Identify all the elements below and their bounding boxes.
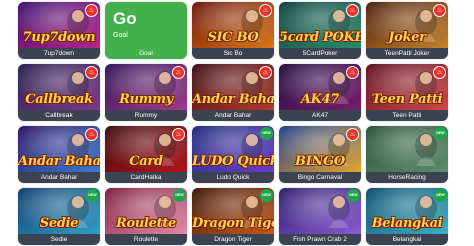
game-tile-bingo-carnaval[interactable]: BINGO Bingo Carnaval ♨ [279, 126, 361, 183]
game-logo-text: Joker [388, 30, 426, 45]
hot-flame-icon: ♨ [433, 4, 446, 17]
game-caption: Andar Bahar [192, 110, 274, 121]
game-logo-text: LUDO Quick [192, 154, 274, 169]
game-tile-ak47[interactable]: AK47 AK47 ♨ [279, 64, 361, 121]
hot-flame-icon: ♨ [172, 128, 185, 141]
game-caption: Dragon Tiger [192, 234, 274, 245]
game-caption: Andar Bahar [18, 172, 100, 183]
game-tile-horseracing[interactable]: HorseRacing NEW [366, 126, 448, 183]
hot-flame-icon: ♨ [346, 4, 359, 17]
new-badge: NEW [434, 127, 447, 140]
game-logo-text: 7up7down [22, 30, 96, 45]
game-logo-text: AK47 [300, 92, 340, 107]
game-tile-7up7down[interactable]: 7up7down 7up7down ♨ [18, 2, 100, 59]
hot-flame-icon: ♨ [433, 66, 446, 79]
game-caption: Roulette [105, 234, 187, 245]
hot-flame-icon: ♨ [259, 66, 272, 79]
game-tile-goal[interactable]: Go Goal Goal [105, 2, 187, 59]
game-tile-belangkai[interactable]: Belangkai Belangkai NEW [366, 188, 448, 245]
game-logo-text: BINGO [295, 154, 345, 169]
game-caption: Goal [105, 48, 187, 59]
game-caption: HorseRacing [366, 172, 448, 183]
game-caption: Fish Prawn Crab 2 [279, 234, 361, 245]
game-art: Go Goal [105, 2, 187, 48]
game-tile-5cardpoker[interactable]: 5card POKER 5CardPoker ♨ [279, 2, 361, 59]
game-caption: Ludo Quick [192, 172, 274, 183]
new-badge: NEW [260, 189, 273, 202]
hot-flame-icon: ♨ [346, 66, 359, 79]
game-caption: CardHatka [105, 172, 187, 183]
game-caption: Callbreak [18, 110, 100, 121]
new-badge: NEW [260, 127, 273, 140]
game-tile-roulette[interactable]: Roulette Roulette NEW [105, 188, 187, 245]
game-tile-andar-bahar[interactable]: Andar Bahar Andar Bahar ♨ [18, 126, 100, 183]
game-grid: 7up7down 7up7down ♨ Go Goal Goal SIC BO Sic Bo ♨… [0, 0, 474, 246]
game-tile-teenpatti-joker[interactable]: Joker TeenPatti Joker ♨ [366, 2, 448, 59]
game-tile-cardhatka[interactable]: Card CardHatka ♨ [105, 126, 187, 183]
new-badge: NEW [434, 189, 447, 202]
game-tile-sedie[interactable]: Sedie Sedie NEW [18, 188, 100, 245]
game-logo-text: Callbreak [25, 92, 93, 107]
game-logo-text: Rummy [119, 92, 173, 107]
game-tile-dragon-tiger[interactable]: Dragon Tiger Dragon Tiger NEW [192, 188, 274, 245]
game-tile-fish-prawn-crab-2[interactable]: Fish Prawn Crab 2 NEW [279, 188, 361, 245]
hot-flame-icon: ♨ [346, 128, 359, 141]
game-tile-sic-bo[interactable]: SIC BO Sic Bo ♨ [192, 2, 274, 59]
new-badge: NEW [86, 189, 99, 202]
game-caption: Sedie [18, 234, 100, 245]
game-tile-rummy[interactable]: Rummy Rummy ♨ [105, 64, 187, 121]
game-logo-text: 5card POKER [279, 30, 361, 45]
new-badge: NEW [347, 189, 360, 202]
game-logo-text: Roulette [115, 216, 177, 231]
hot-flame-icon: ♨ [85, 128, 98, 141]
game-caption: Sic Bo [192, 48, 274, 59]
game-caption: 5CardPoker [279, 48, 361, 59]
game-logo-text: Andar Bahar [192, 92, 274, 107]
game-logo-text: SIC BO [207, 30, 259, 45]
hot-flame-icon: ♨ [85, 66, 98, 79]
new-badge: NEW [173, 189, 186, 202]
hot-flame-icon: ♨ [259, 4, 272, 17]
game-caption: 7up7down [18, 48, 100, 59]
game-caption: Belangkai [366, 234, 448, 245]
hot-flame-icon: ♨ [172, 66, 185, 79]
game-title: Go [113, 9, 137, 28]
game-caption: Teen Patti [366, 110, 448, 121]
game-tile-ludo-quick[interactable]: LUDO Quick Ludo Quick NEW [192, 126, 274, 183]
hot-flame-icon: ♨ [85, 4, 98, 17]
game-logo-text: Dragon Tiger [192, 216, 274, 231]
game-logo-text: Belangkai [371, 216, 443, 231]
game-caption: AK47 [279, 110, 361, 121]
game-caption: TeenPatti Joker [366, 48, 448, 59]
game-tile-teen-patti[interactable]: Teen Patti Teen Patti ♨ [366, 64, 448, 121]
game-logo-text: Card [129, 154, 163, 169]
game-caption: Bingo Carnaval [279, 172, 361, 183]
game-subtitle: Goal [113, 32, 128, 39]
game-logo-text: Andar Bahar [18, 154, 100, 169]
game-logo-text: Sedie [39, 216, 79, 231]
game-tile-andar-bahar[interactable]: Andar Bahar Andar Bahar ♨ [192, 64, 274, 121]
game-tile-callbreak[interactable]: Callbreak Callbreak ♨ [18, 64, 100, 121]
game-logo-text: Teen Patti [371, 92, 443, 107]
game-caption: Rummy [105, 110, 187, 121]
